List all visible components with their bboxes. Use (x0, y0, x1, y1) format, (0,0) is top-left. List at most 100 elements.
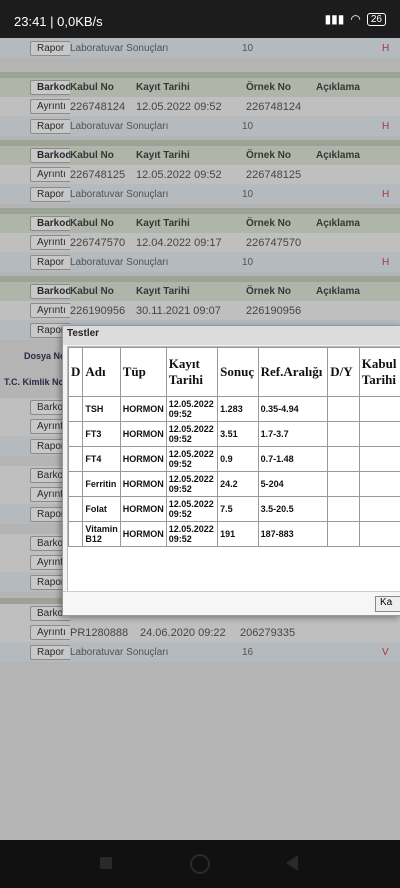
kayit-tarihi: 12.05.2022 09:52 (136, 100, 222, 113)
cell-ref-araligi: 0.35-4.94 (257, 396, 329, 422)
kabul-no-header: Kabul No (70, 286, 114, 297)
cell-dy (327, 446, 360, 472)
kayit-tarihi-header: Kayıt Tarihi (136, 286, 190, 297)
barkod-button[interactable]: Barkod B (30, 216, 70, 231)
cell-d (68, 446, 84, 472)
kabul-no-header: Kabul No (70, 82, 114, 93)
cell-adi: Folat (82, 496, 121, 522)
ornek-no-header: Örnek No (246, 82, 292, 93)
result-count: 10 (242, 42, 254, 54)
recents-icon[interactable] (100, 857, 112, 869)
battery-icon: 26 (366, 12, 386, 26)
cell-sonuc: 7.5 (217, 496, 259, 522)
rapor-button[interactable]: Rapor (30, 186, 70, 202)
cell-tup: HORMON (119, 446, 167, 472)
cell-adi: TSH (82, 396, 121, 422)
ornek-no-header: Örnek No (246, 218, 292, 229)
rapor-button[interactable]: Rapor (30, 40, 70, 56)
cell-d (68, 396, 84, 422)
rapor-button[interactable]: Rapor (30, 118, 70, 134)
cell-sonuc: 191 (217, 521, 259, 547)
ayrinti-button[interactable]: Ayrıntı (30, 625, 70, 640)
tc-label: T.C. Kimlik No (4, 377, 65, 387)
ayrinti-button[interactable]: Ayrıntı (30, 303, 70, 318)
rapor-button[interactable]: Rapor (30, 644, 70, 660)
cell-kabul-tarihi (358, 521, 400, 547)
status-icons: ▮▮▮ ◠ 26 (325, 12, 386, 26)
barkod-button[interactable]: Barkod B (30, 148, 70, 163)
dialog-title: Testler (63, 326, 400, 345)
record-card: Barkod BKabul No Kayıt Tarihi Örnek No Açık… (0, 140, 400, 204)
cell-sonuc: 24.2 (217, 471, 259, 497)
ayrinti-button[interactable]: Ayrıntı (30, 167, 70, 182)
test-row[interactable]: Vitamin B12 HORMON 12.05.2022 09:52 191 187-… (68, 521, 400, 547)
tests-table-container[interactable]: D Adı Tüp Kayıt Tarihi Sonuç Ref.Aralığı… (67, 346, 400, 613)
aciklama-header: Açıklama (316, 150, 360, 161)
ornek-no: 226190956 (246, 304, 302, 317)
lab-results-link[interactable]: Laboratuvar Sonuçları (70, 43, 242, 54)
kabul-no: PR1280888 (70, 626, 129, 639)
cell-kayit-tarihi: 12.05.2022 09:52 (165, 471, 219, 497)
test-row[interactable]: Ferritin HORMON 12.05.2022 09:52 24.2 5-204 (68, 471, 400, 497)
ayrinti-button[interactable]: Ayrıntı (30, 235, 70, 250)
col-kabul-tarihi: Kabul Tarihi (358, 347, 400, 397)
lab-results-link[interactable]: Laboratuvar Sonuçları (70, 189, 242, 200)
result-count: 16 (242, 646, 254, 658)
aciklama-header: Açıklama (316, 82, 360, 93)
rapor-button[interactable]: Rapor (30, 254, 70, 270)
cell-d (68, 521, 84, 547)
cell-kabul-tarihi (358, 396, 400, 422)
cell-adi: FT3 (82, 421, 121, 447)
test-row[interactable]: Folat HORMON 12.05.2022 09:52 7.5 3.5-20.5 (68, 496, 400, 522)
cell-sonuc: 0.9 (217, 446, 259, 472)
cell-dy (327, 521, 360, 547)
aciklama-header: Açıklama (316, 286, 360, 297)
ornek-no: 226748124 (246, 100, 302, 113)
test-row[interactable]: FT3 HORMON 12.05.2022 09:52 3.51 1.7-3.7 (68, 421, 400, 447)
cell-tup: HORMON (119, 496, 167, 522)
kayit-tarihi: 12.05.2022 09:52 (136, 168, 222, 181)
status-time: 23:41 | 0,0KB/s (14, 14, 103, 29)
cell-kayit-tarihi: 12.05.2022 09:52 (165, 521, 219, 547)
cell-ref-araligi: 5-204 (257, 471, 329, 497)
col-tup: Tüp (119, 347, 167, 397)
lab-results-link[interactable]: Laboratuvar Sonuçları (70, 647, 242, 658)
test-row[interactable]: FT4 HORMON 12.05.2022 09:52 0.9 0.7-1.48 (68, 446, 400, 472)
result-tail: H (382, 120, 390, 132)
kabul-no: 226190956 (70, 304, 126, 317)
status-bar: 23:41 | 0,0KB/s ▮▮▮ ◠ 26 (0, 0, 400, 38)
ayrinti-button[interactable]: Ayrıntı (30, 99, 70, 114)
barkod-button[interactable]: Barkod B (30, 80, 70, 95)
kayit-tarihi: 12.04.2022 09:17 (136, 236, 222, 249)
cell-kabul-tarihi (358, 471, 400, 497)
cell-ref-araligi: 187-883 (257, 521, 329, 547)
cell-kayit-tarihi: 12.05.2022 09:52 (165, 496, 219, 522)
wifi-icon: ◠ (350, 12, 361, 26)
col-adi: Adı (82, 347, 121, 397)
close-button[interactable]: Ka (375, 596, 400, 612)
record-card: Barkod BKabul No Kayıt Tarihi Örnek No Açık… (0, 72, 400, 136)
cell-tup: HORMON (119, 471, 167, 497)
col-dy: D/Y (327, 347, 360, 397)
col-ref-araligi: Ref.Aralığı (257, 347, 329, 397)
cell-adi: FT4 (82, 446, 121, 472)
cell-kabul-tarihi (358, 421, 400, 447)
home-icon[interactable] (190, 854, 210, 874)
result-count: 10 (242, 188, 254, 200)
test-row[interactable]: TSH HORMON 12.05.2022 09:52 1.283 0.35-4.94 (68, 396, 400, 422)
lab-results-link[interactable]: Laboratuvar Sonuçları (70, 257, 242, 268)
cell-ref-araligi: 1.7-3.7 (257, 421, 329, 447)
result-tail: H (382, 42, 390, 54)
barkod-button[interactable]: Barkod B (30, 284, 70, 299)
ornek-no-header: Örnek No (246, 286, 292, 297)
kabul-no: 226747570 (70, 236, 126, 249)
cell-dy (327, 421, 360, 447)
cell-ref-araligi: 3.5-20.5 (257, 496, 329, 522)
cell-dy (327, 471, 360, 497)
cell-kabul-tarihi (358, 496, 400, 522)
cell-kabul-tarihi (358, 446, 400, 472)
back-icon[interactable] (286, 855, 298, 871)
cell-sonuc: 1.283 (217, 396, 259, 422)
lab-results-link[interactable]: Laboratuvar Sonuçları (70, 121, 242, 132)
testler-dialog: Testler D Adı Tüp Kayıt Tarihi Sonuç Ref… (62, 325, 400, 616)
